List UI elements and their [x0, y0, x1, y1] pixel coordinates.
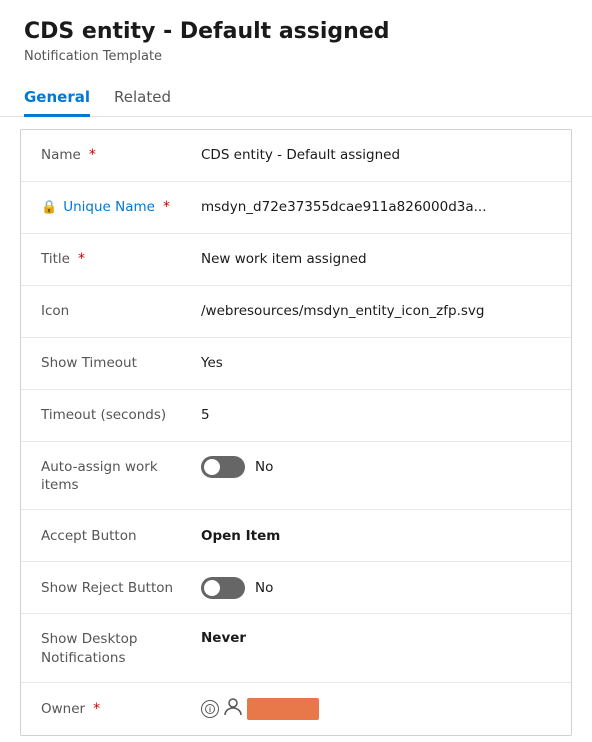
tab-general[interactable]: General: [24, 80, 90, 117]
field-title: Title * New work item assigned: [21, 234, 571, 286]
field-title-label: Title *: [41, 251, 201, 267]
field-auto-assign-label: Auto-assign work items: [41, 456, 201, 496]
field-timeout-seconds: Timeout (seconds) 5: [21, 390, 571, 442]
field-timeout-seconds-label: Timeout (seconds): [41, 407, 201, 423]
page-subtitle: Notification Template: [24, 49, 568, 64]
toggle-track: [201, 577, 245, 599]
field-accept-button: Accept Button Open Item: [21, 510, 571, 562]
show-reject-toggle-label: No: [255, 580, 273, 596]
tabs-container: General Related: [0, 80, 592, 117]
field-title-value: New work item assigned: [201, 251, 551, 267]
field-name: Name * CDS entity - Default assigned: [21, 130, 571, 182]
field-timeout-seconds-value: 5: [201, 407, 551, 423]
field-desktop-notifications: Show Desktop Notifications Never: [21, 614, 571, 683]
owner-icons-container: [201, 697, 551, 722]
tab-related[interactable]: Related: [114, 80, 171, 117]
toggle-thumb: [204, 580, 220, 596]
page-title: CDS entity - Default assigned: [24, 18, 568, 47]
field-show-reject-button: Show Reject Button No: [21, 562, 571, 614]
page-header: CDS entity - Default assigned Notificati…: [0, 0, 592, 72]
field-owner-value: [201, 697, 551, 722]
required-indicator: *: [89, 147, 96, 163]
owner-info-icon[interactable]: [201, 700, 219, 718]
required-indicator: *: [163, 199, 170, 215]
field-icon-value: /webresources/msdyn_entity_icon_zfp.svg: [201, 303, 521, 319]
field-show-reject-button-label: Show Reject Button: [41, 580, 201, 596]
field-auto-assign: Auto-assign work items No: [21, 442, 571, 511]
field-show-timeout: Show Timeout Yes: [21, 338, 571, 390]
field-accept-button-value: Open Item: [201, 528, 551, 544]
field-auto-assign-value: No: [201, 456, 551, 478]
form-container: Name * CDS entity - Default assigned 🔒 U…: [20, 129, 572, 737]
toggle-thumb: [204, 459, 220, 475]
owner-person-icon[interactable]: [223, 697, 243, 722]
auto-assign-toggle-label: No: [255, 459, 273, 475]
show-reject-toggle[interactable]: [201, 577, 245, 599]
auto-assign-toggle[interactable]: [201, 456, 245, 478]
field-icon: Icon /webresources/msdyn_entity_icon_zfp…: [21, 286, 571, 338]
field-desktop-notifications-value: Never: [201, 628, 551, 646]
required-indicator: *: [78, 251, 85, 267]
field-owner-label: Owner *: [41, 701, 201, 717]
field-owner: Owner *: [21, 683, 571, 735]
field-show-timeout-label: Show Timeout: [41, 355, 201, 371]
field-show-reject-button-value: No: [201, 577, 551, 599]
field-unique-name-value: msdyn_d72e37355dcae911a826000d3a...: [201, 199, 521, 215]
field-unique-name: 🔒 Unique Name * msdyn_d72e37355dcae911a8…: [21, 182, 571, 234]
field-icon-label: Icon: [41, 303, 201, 319]
auto-assign-toggle-container: No: [201, 456, 551, 478]
show-reject-toggle-container: No: [201, 577, 551, 599]
field-unique-name-label: 🔒 Unique Name *: [41, 199, 201, 215]
owner-value-box: [247, 698, 319, 720]
required-indicator: *: [93, 701, 100, 717]
field-name-label: Name *: [41, 147, 201, 163]
lock-icon: 🔒: [41, 200, 57, 215]
field-desktop-notifications-label: Show Desktop Notifications: [41, 628, 201, 668]
field-show-timeout-value: Yes: [201, 355, 551, 371]
field-name-value: CDS entity - Default assigned: [201, 147, 551, 163]
field-accept-button-label: Accept Button: [41, 528, 201, 544]
toggle-track: [201, 456, 245, 478]
